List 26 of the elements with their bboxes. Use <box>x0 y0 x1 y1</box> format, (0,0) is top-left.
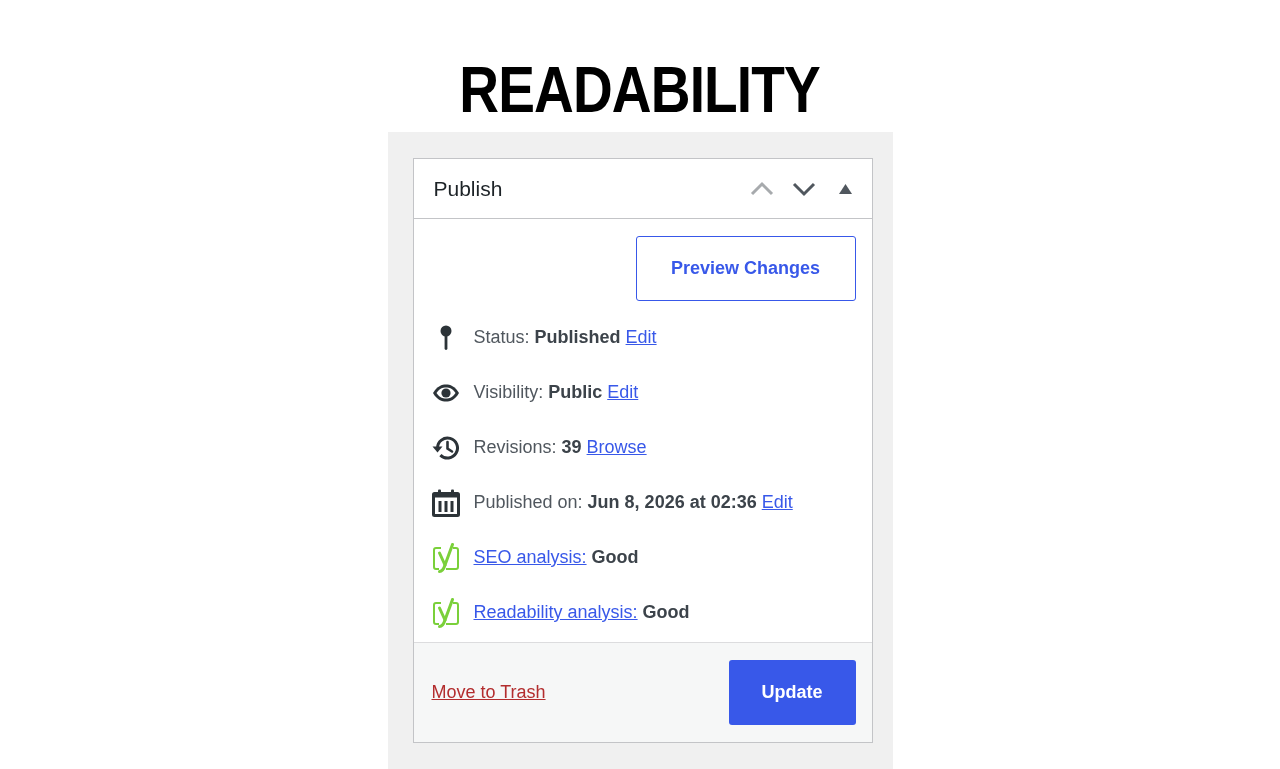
analysis-result: Good <box>591 546 639 569</box>
chevron-up-icon <box>749 180 774 197</box>
update-button[interactable]: Update <box>728 660 856 725</box>
chevron-down-icon <box>791 180 816 197</box>
edit-link[interactable]: Edit <box>607 379 639 406</box>
pushpin-icon <box>438 324 453 351</box>
eye-icon <box>431 383 460 402</box>
analysis-result: Good <box>642 601 690 624</box>
history-icon <box>431 434 460 461</box>
meta-text: Visibility: Public <box>473 381 603 404</box>
edit-link[interactable]: Edit <box>625 324 657 351</box>
edit-link[interactable]: Browse <box>586 434 647 461</box>
meta-text: Revisions: 39 <box>473 436 582 459</box>
analysis-link[interactable]: SEO analysis: <box>473 544 587 571</box>
page-heading: READABILITY <box>459 58 821 122</box>
logo-check-icon <box>431 542 460 573</box>
move-to-trash-link[interactable]: Move to Trash <box>431 679 546 706</box>
calendar-icon <box>431 488 460 517</box>
edit-link[interactable]: Edit <box>761 489 793 516</box>
logo-check-icon <box>431 597 460 628</box>
meta-text: Status: Published <box>473 326 621 349</box>
box-title: Publish <box>433 175 503 202</box>
meta-text: Published on: Jun 8, 2026 at 02:36 <box>473 491 757 514</box>
preview-changes-button[interactable]: Preview Changes <box>635 236 856 301</box>
triangle-up-icon <box>839 183 852 194</box>
analysis-link[interactable]: Readability analysis: <box>473 599 638 626</box>
